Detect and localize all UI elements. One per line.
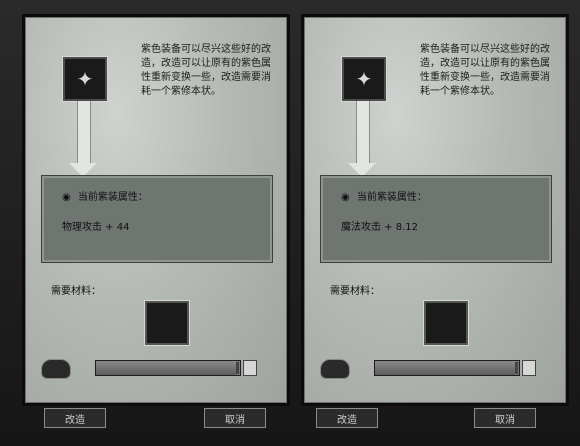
material-slot-right[interactable] — [424, 301, 468, 345]
attribute-value-right: 魔法攻击 + 8.12 — [341, 222, 419, 233]
attribute-title-right: ◉ 当前紫装属性： — [341, 188, 427, 203]
attribute-value-left: 物理攻击 + 44 — [62, 222, 130, 233]
material-slot-left[interactable] — [145, 301, 189, 345]
attribute-mark-left: ◉ — [62, 192, 71, 203]
right-button-2[interactable]: 取消 — [474, 408, 536, 428]
coin-icon-left — [41, 359, 71, 379]
material-label-left: 需要材料： — [51, 286, 101, 297]
progress-cap-left — [243, 360, 257, 376]
attribute-box-left: ◉ 当前紫装属性： 物理攻击 + 44 — [41, 175, 273, 263]
left-button-2[interactable]: 取消 — [204, 408, 266, 428]
progress-bar-right — [374, 360, 520, 376]
item-slot-left[interactable]: ✦ — [63, 57, 107, 101]
left-panel: ✦ 紫色装备可以尽兴这些好的改造，改造可以让原有的紫色属性重新变换一些，改造需要… — [22, 14, 290, 406]
rune-icon: ✦ — [76, 67, 94, 91]
attribute-box-right: ◉ 当前紫装属性： 魔法攻击 + 8.12 — [320, 175, 552, 263]
rune-icon: ✦ — [355, 67, 373, 91]
arrow-bar-right — [356, 101, 370, 165]
description-right: 紫色装备可以尽兴这些好的改造，改造可以让原有的紫色属性重新变换一些，改造需要消耗… — [420, 44, 550, 97]
item-slot-right[interactable]: ✦ — [342, 57, 386, 101]
material-label-right: 需要材料： — [330, 286, 380, 297]
description-left: 紫色装备可以尽兴这些好的改造，改造可以让原有的紫色属性重新变换一些，改造需要消耗… — [141, 44, 271, 97]
progress-fill-left — [96, 361, 236, 375]
progress-fill-right — [375, 361, 515, 375]
game-screen: ✦ 紫色装备可以尽兴这些好的改造，改造可以让原有的紫色属性重新变换一些，改造需要… — [0, 0, 580, 446]
progress-cap-right — [522, 360, 536, 376]
attribute-title-text-left: 当前紫装属性： — [77, 192, 148, 203]
attribute-title-text-right: 当前紫装属性： — [356, 192, 427, 203]
left-button-1[interactable]: 改造 — [44, 408, 106, 428]
attribute-mark-right: ◉ — [341, 192, 350, 203]
attribute-title-left: ◉ 当前紫装属性： — [62, 188, 148, 203]
progress-bar-left — [95, 360, 241, 376]
coin-icon-right — [320, 359, 350, 379]
arrow-bar-left — [77, 101, 91, 165]
right-button-1[interactable]: 改造 — [316, 408, 378, 428]
right-panel: ✦ 紫色装备可以尽兴这些好的改造，改造可以让原有的紫色属性重新变换一些，改造需要… — [301, 14, 569, 406]
